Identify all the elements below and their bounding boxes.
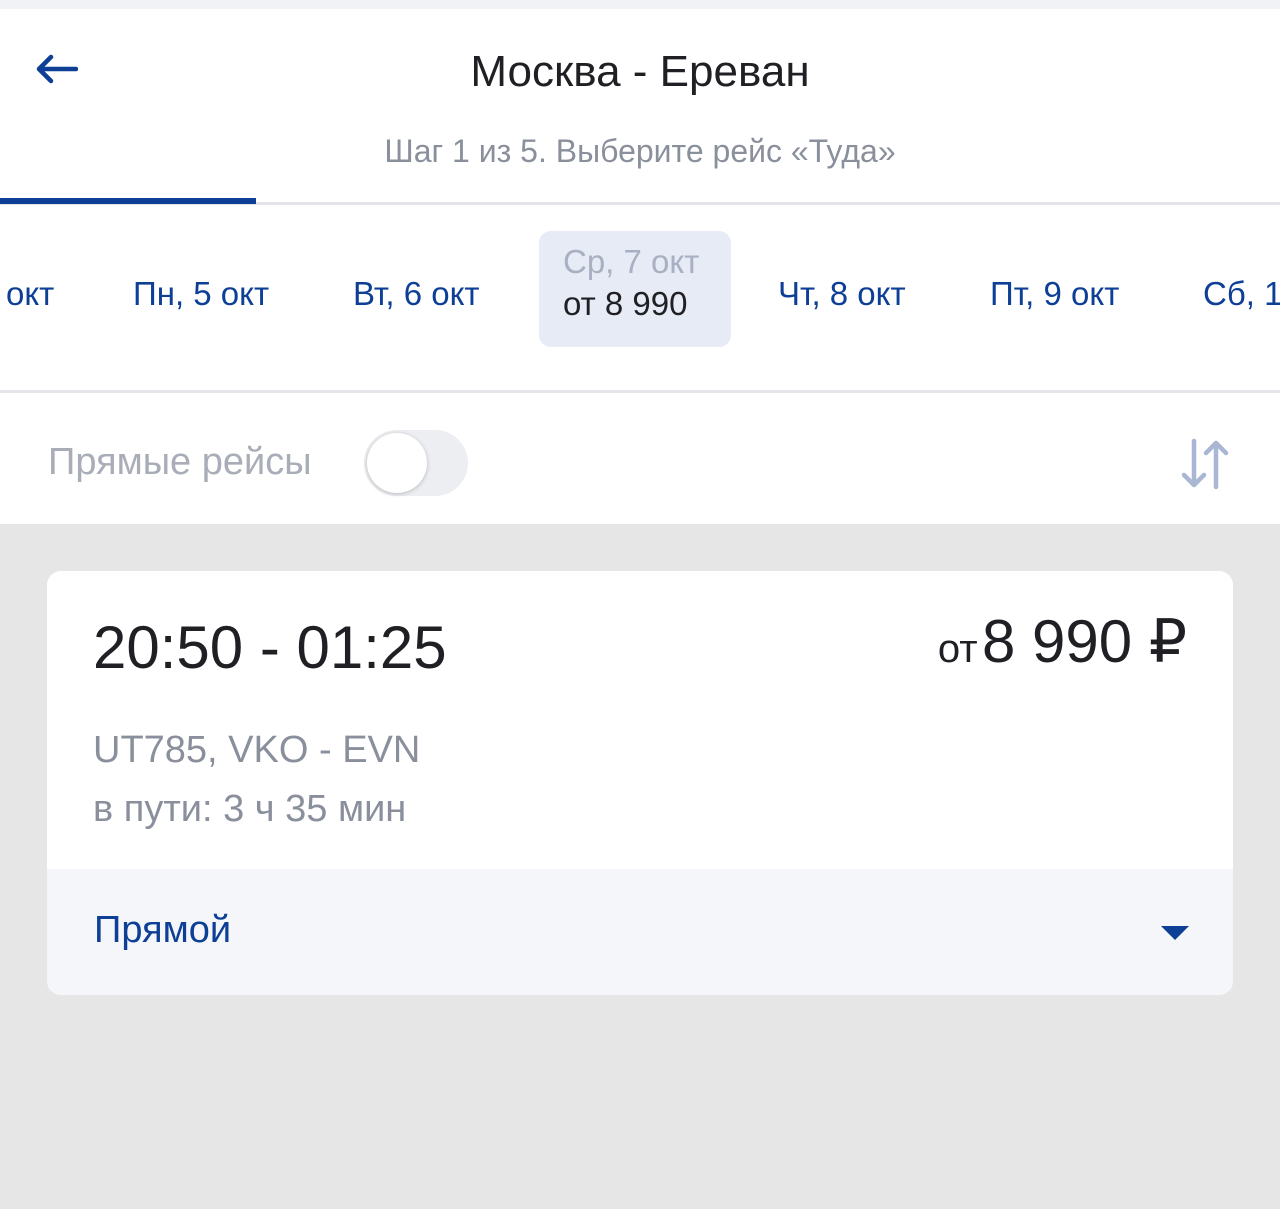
date-tab[interactable]: окт	[6, 275, 54, 313]
date-tab[interactable]: Вт, 6 окт	[353, 275, 480, 313]
step-progress-fill	[0, 198, 256, 204]
status-strip	[0, 0, 1280, 9]
date-tab-selected[interactable]: Ср, 7 окт от 8 990	[539, 231, 731, 347]
sort-arrows-icon	[1181, 438, 1229, 490]
selected-date-label: Ср, 7 окт	[563, 243, 700, 280]
page-title: Москва - Ереван	[470, 47, 810, 96]
flight-times: 20:50 - 01:25	[93, 614, 447, 681]
date-tab[interactable]: Сб, 10 окт	[1203, 275, 1280, 313]
direct-flights-toggle[interactable]	[364, 430, 468, 496]
flight-card[interactable]: 20:50 - 01:25 от 8 990 ₽ UT785, VKO - EV…	[47, 571, 1233, 995]
price-value: 8 990 ₽	[982, 608, 1187, 675]
stops-label: Прямой	[94, 909, 232, 951]
step-subtitle: Шаг 1 из 5. Выберите рейс «Туда»	[384, 133, 896, 169]
flight-details-expander[interactable]: Прямой	[47, 869, 1233, 995]
flight-duration: в пути: 3 ч 35 мин	[93, 788, 407, 830]
selected-date-price: от 8 990	[563, 285, 688, 322]
flight-price: от 8 990 ₽	[938, 607, 1187, 677]
flight-number-route: UT785, VKO - EVN	[93, 729, 421, 771]
date-tab[interactable]: Пн, 5 окт	[133, 275, 269, 313]
search-header: Москва - Ереван Шаг 1 из 5. Выберите рей…	[0, 9, 1280, 524]
date-selector: окт Пн, 5 окт Вт, 6 окт Ср, 7 окт от 8 9…	[0, 231, 1280, 365]
date-tab[interactable]: Пт, 9 окт	[990, 275, 1119, 313]
sort-button[interactable]	[1180, 437, 1230, 491]
date-tab[interactable]: Чт, 8 окт	[778, 275, 906, 313]
direct-flights-label: Прямые рейсы	[48, 441, 312, 483]
toggle-knob	[367, 433, 427, 493]
chevron-down-icon	[1161, 926, 1189, 940]
divider	[0, 390, 1280, 393]
price-prefix: от	[937, 627, 978, 671]
